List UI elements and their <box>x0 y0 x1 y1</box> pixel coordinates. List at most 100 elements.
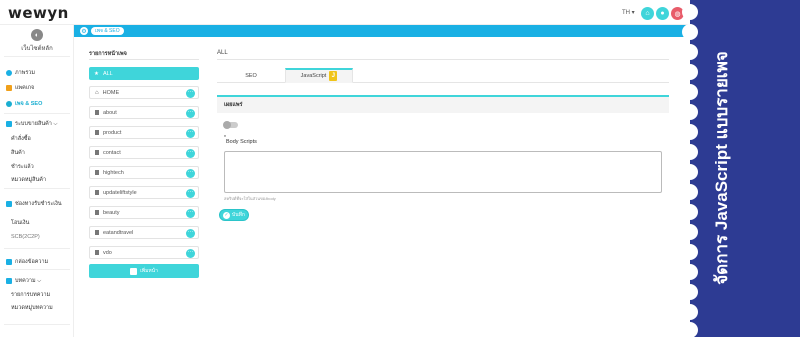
scallop-edge <box>682 124 698 140</box>
scallop-edge <box>682 304 698 320</box>
globe-icon <box>6 101 12 107</box>
scallop-edge <box>682 44 698 60</box>
site-avatar-icon: ◐ <box>31 29 43 41</box>
document-icon <box>95 230 99 235</box>
sidebar-item-label: ภาพรวม <box>15 70 36 76</box>
scallop-edge <box>682 84 698 100</box>
save-button[interactable]: ✓ บันทึก <box>219 209 249 221</box>
page-item-label: beauty <box>103 209 120 216</box>
language-selector[interactable]: TH ▾ <box>622 9 635 16</box>
inbox-icon <box>6 259 12 265</box>
sidebar-item-shop[interactable]: ระบบขายสินค้า ⌵ <box>6 120 58 128</box>
star-icon: ★ <box>94 70 99 77</box>
chart-icon <box>6 70 12 76</box>
body-scripts-label: Body Scripts <box>226 139 257 145</box>
scallop-edge <box>682 164 698 180</box>
add-page-icon <box>130 267 138 275</box>
divider <box>4 56 70 57</box>
page-item-home[interactable]: ⌂ HOME ··· <box>89 86 199 99</box>
more-options-icon[interactable]: ··· <box>186 189 195 198</box>
document-icon <box>95 190 99 195</box>
sidebar-subitem-transfer[interactable]: โอนเงิน <box>11 219 29 227</box>
breadcrumb: ⚙ เพจ & SEO <box>74 25 690 37</box>
tab-javascript[interactable]: JavaScript J <box>285 68 353 83</box>
more-options-icon[interactable]: ··· <box>186 109 195 118</box>
page-item-hightech[interactable]: hightech ··· <box>89 166 199 179</box>
page-item-about[interactable]: about ··· <box>89 106 199 119</box>
sidebar-item-label: แพคเกจ <box>15 85 35 91</box>
sidebar-item-overview[interactable]: ภาพรวม <box>6 69 35 77</box>
tab-label: JavaScript <box>300 73 327 79</box>
scallop-edge <box>682 224 698 240</box>
sidebar-subitem-article-categories[interactable]: หมวดหมู่บทความ <box>11 304 53 312</box>
more-options-icon[interactable]: ··· <box>186 209 195 218</box>
sidebar-item-package[interactable]: แพคเกจ <box>6 84 34 92</box>
document-icon <box>95 250 99 255</box>
more-options-icon[interactable]: ··· <box>186 149 195 158</box>
sidebar-item-articles[interactable]: บทความ ⌵ <box>6 277 41 285</box>
javascript-icon: J <box>329 71 338 81</box>
page-item-label: updateliftstyle <box>103 189 137 196</box>
top-bar: wewyn TH ▾ ⌂ ● ◍ <box>0 0 690 25</box>
document-icon <box>95 130 99 135</box>
page-item-eatandtravel[interactable]: eatandtravel ··· <box>89 226 199 239</box>
document-icon <box>95 210 99 215</box>
body-scripts-textarea[interactable] <box>224 151 662 193</box>
scallop-edge <box>682 204 698 220</box>
document-icon <box>95 150 99 155</box>
page-item-label: eatandtravel <box>103 229 134 236</box>
page-item-updateliftstyle[interactable]: updateliftstyle ··· <box>89 186 199 199</box>
sidebar-item-label: บทความ ⌵ <box>15 278 42 284</box>
scallop-edge <box>682 322 698 337</box>
home-icon[interactable]: ⌂ <box>641 7 654 20</box>
home-icon: ⌂ <box>95 89 99 96</box>
page-item-label: HOME <box>102 89 120 96</box>
gear-icon: ⚙ <box>80 27 88 35</box>
page-item-label: about <box>103 109 117 116</box>
page-item-all[interactable]: ★ ALL <box>89 67 199 80</box>
scallop-edge <box>682 4 698 20</box>
sidebar-item-payment-channels[interactable]: ช่องทางรับชำระเงิน <box>6 200 62 208</box>
user-icon[interactable]: ● <box>656 7 669 20</box>
add-page-button[interactable]: เพิ่มหน้า <box>89 264 199 278</box>
more-options-icon[interactable]: ··· <box>186 169 195 178</box>
page-item-contact[interactable]: contact ··· <box>89 146 199 159</box>
document-icon <box>95 110 99 115</box>
scallop-edge <box>682 184 698 200</box>
breadcrumb-current: เพจ & SEO <box>91 27 124 35</box>
tab-seo[interactable]: SEO <box>217 68 285 83</box>
divider <box>4 188 70 189</box>
selected-page-field[interactable]: ALL <box>217 50 228 56</box>
tab-label: SEO <box>245 72 257 79</box>
divider <box>4 248 70 249</box>
page-item-beauty[interactable]: beauty ··· <box>89 206 199 219</box>
article-icon <box>6 278 12 284</box>
more-options-icon[interactable]: ··· <box>186 229 195 238</box>
page-item-label: vdo <box>103 249 112 256</box>
sidebar-subitem-products[interactable]: สินค้า <box>11 149 25 157</box>
sidebar-subitem-scb[interactable]: SCB(2C2P) <box>11 234 40 240</box>
scallop-edge <box>682 64 698 80</box>
sidebar-item-pages-seo[interactable]: เพจ & SEO <box>6 100 42 108</box>
wallet-icon <box>6 201 12 207</box>
page-item-label: ALL <box>102 70 113 77</box>
more-options-icon[interactable]: ··· <box>186 129 195 138</box>
sidebar-subitem-article-list[interactable]: รายการบทความ <box>11 291 50 299</box>
sidebar-subitem-orders[interactable]: คำสั่งซื้อ <box>11 135 31 143</box>
page-item-product[interactable]: product ··· <box>89 126 199 139</box>
sidebar-item-label: ระบบขายสินค้า ⌵ <box>15 121 58 127</box>
sidebar-subitem-paid[interactable]: ชำระแล้ว <box>11 163 34 171</box>
page-item-vdo[interactable]: vdo ··· <box>89 246 199 259</box>
site-selector[interactable]: ◐ เว็บไซต์หลัก <box>0 25 74 55</box>
more-options-icon[interactable]: ··· <box>186 249 195 258</box>
scallop-edge <box>682 24 698 40</box>
divider <box>217 59 669 60</box>
banner-headline: จัดการ JavaScript แบบรายเพจ <box>712 51 731 285</box>
publish-toggle[interactable] <box>223 121 238 129</box>
check-icon: ✓ <box>223 211 231 219</box>
sidebar-item-inbox[interactable]: กล่องข้อความ <box>6 258 48 266</box>
more-options-icon[interactable]: ··· <box>186 89 195 98</box>
divider <box>89 59 199 60</box>
sidebar-subitem-product-categories[interactable]: หมวดหมู่สินค้า <box>11 176 46 184</box>
sidebar: ◐ เว็บไซต์หลัก ภาพรวม แพคเกจ เพจ & SEO ร… <box>0 25 74 337</box>
